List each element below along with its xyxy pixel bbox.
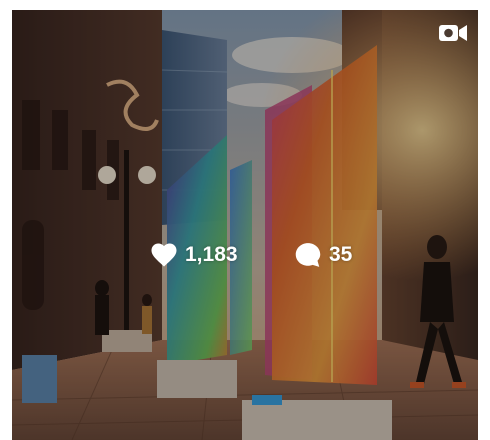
video-camera-icon — [439, 25, 467, 41]
engagement-stats: 1,183 35 — [12, 235, 478, 275]
comments-stat[interactable]: 35 — [293, 235, 352, 275]
likes-stat[interactable]: 1,183 — [149, 235, 238, 275]
hover-overlay — [12, 10, 478, 440]
heart-icon — [151, 243, 177, 267]
post-thumbnail[interactable]: 1,183 35 — [12, 10, 478, 440]
comments-count: 35 — [329, 243, 353, 266]
likes-count: 1,183 — [185, 243, 238, 266]
comment-bubble-icon — [295, 243, 321, 267]
